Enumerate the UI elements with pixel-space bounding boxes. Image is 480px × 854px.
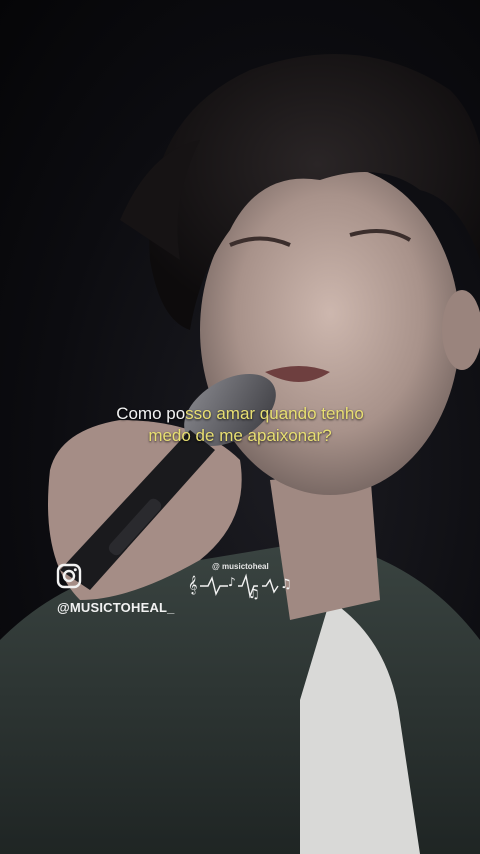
lyric-highlight: medo de me	[148, 426, 248, 445]
svg-text:♫: ♫	[248, 587, 260, 602]
music-wave-icon: 𝄞 ♪ ♫ ♫	[188, 573, 292, 602]
svg-text:♫: ♫	[280, 577, 292, 592]
instagram-handle: @MUSICTOHEAL_	[57, 600, 175, 615]
svg-text:♪: ♪	[228, 575, 236, 589]
svg-text:𝄞: 𝄞	[188, 575, 197, 595]
lyric-text: Como po	[116, 404, 186, 423]
lyric-line-2: medo de me apaixonar?	[60, 425, 420, 447]
lyric-highlight: apaixonar?	[247, 426, 332, 445]
lyric-highlight: sso amar quando tenho	[185, 404, 364, 423]
instagram-icon	[56, 563, 82, 589]
lyric-line-1: Como posso amar quando tenho	[60, 403, 420, 425]
video-frame: Como posso amar quando tenho medo de me …	[0, 0, 480, 854]
